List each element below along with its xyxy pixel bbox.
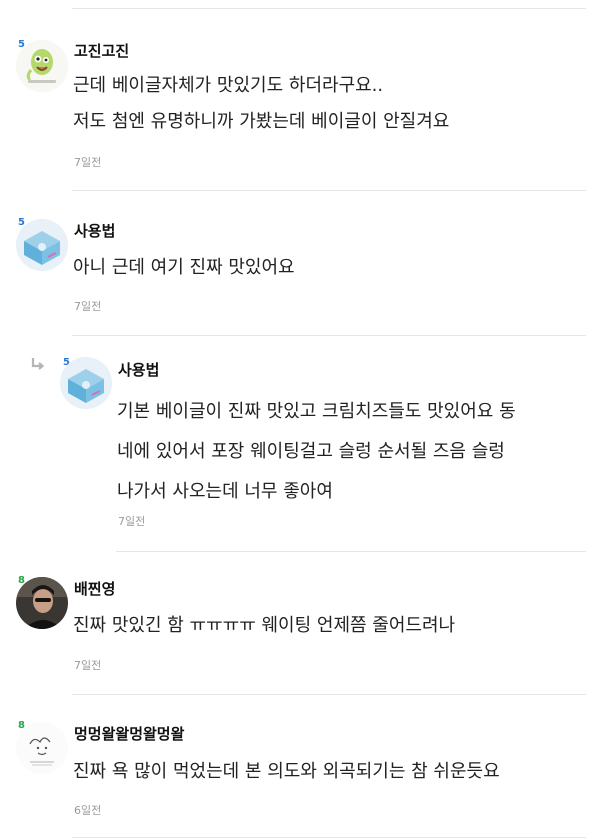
author-name[interactable]: 고진고진 (74, 42, 129, 60)
reply-arrow-icon (31, 358, 45, 370)
comment-text: 기본 베이글이 진짜 맛있고 크림치즈들도 맛있어요 동 네에 있어서 포장 웨… (117, 392, 516, 512)
person-photo-icon (16, 577, 68, 629)
separator (72, 190, 586, 191)
comment-line: 진짜 맛있긴 함 ㅠㅠㅠㅠ 웨이팅 언제쯤 줄어드려나 (73, 615, 456, 636)
comment-text: 진짜 맛있긴 함 ㅠㅠㅠㅠ 웨이팅 언제쯤 줄어드려나 (73, 611, 455, 641)
comment-text: 진짜 욕 많이 먹었는데 본 의도와 외곡되기는 참 쉬운듯요 (73, 757, 500, 787)
comment-line: 진짜 욕 많이 먹었는데 본 의도와 외곡되기는 참 쉬운듯요 (73, 761, 500, 782)
comment-line: 나가서 사오는데 너무 좋아여 (117, 481, 333, 502)
user-avatar[interactable] (16, 219, 68, 271)
user-avatar[interactable] (60, 357, 112, 409)
comment-line: 네에 있어서 포장 웨이팅걸고 슬렁 순서될 즈음 슬렁 (117, 441, 505, 462)
comment-line: 아니 근데 여기 진짜 맛있어요 (73, 257, 295, 278)
comment-date: 6일전 (74, 804, 102, 817)
green-cartoon-character-icon (16, 40, 68, 92)
author-name[interactable]: 사용법 (74, 222, 115, 240)
blue-box-illustration-icon (16, 219, 68, 271)
author-name[interactable]: 사용법 (118, 361, 159, 379)
author-name[interactable]: 멍멍왈왈멍왈멍왈 (74, 725, 184, 743)
separator (72, 694, 586, 695)
comment-line: 근데 베이글자체가 맛있기도 하더라구요.. (73, 75, 384, 96)
separator (72, 335, 586, 336)
separator (116, 551, 586, 552)
user-avatar[interactable] (16, 722, 68, 774)
comment-date: 7일전 (74, 300, 102, 313)
comment-line: 기본 베이글이 진짜 맛있고 크림치즈들도 맛있어요 동 (117, 401, 516, 422)
comment-date: 7일전 (118, 515, 146, 528)
comment-date: 7일전 (74, 659, 102, 672)
comment-text: 아니 근데 여기 진짜 맛있어요 (73, 253, 295, 283)
user-avatar[interactable] (16, 577, 68, 629)
blue-box-illustration-icon (60, 357, 112, 409)
comment-text: 근데 베이글자체가 맛있기도 하더라구요.. 저도 첨엔 유명하니까 가봤는데 … (73, 71, 449, 137)
comment-line: 저도 첨엔 유명하니까 가봤는데 베이글이 안질겨요 (73, 111, 450, 132)
comment-date: 7일전 (74, 156, 102, 169)
user-avatar[interactable] (16, 40, 68, 92)
separator (72, 8, 586, 9)
separator (72, 837, 586, 838)
sketch-drawing-icon (16, 722, 68, 774)
author-name[interactable]: 배찐영 (74, 580, 115, 598)
